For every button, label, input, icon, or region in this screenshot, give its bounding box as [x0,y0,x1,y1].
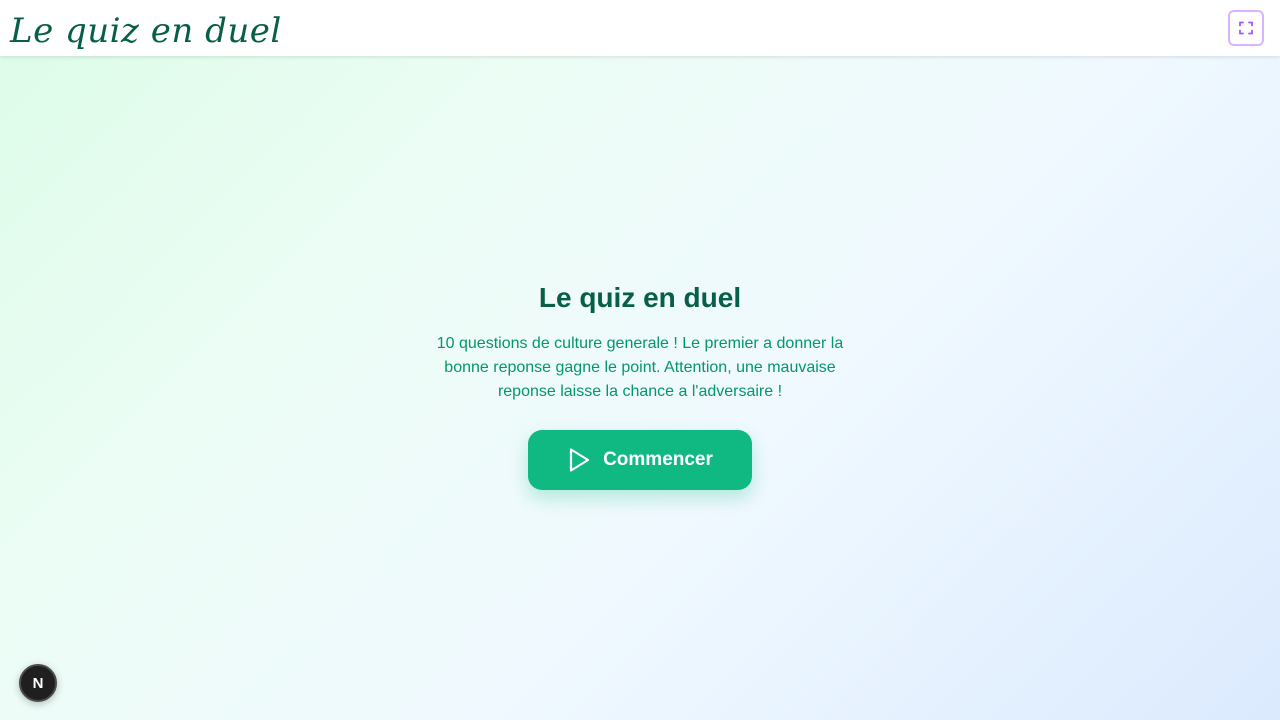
play-icon [569,448,590,472]
start-screen: Le quiz en duel 10 questions de culture … [0,56,1280,720]
dev-tools-badge-label: N [32,674,44,692]
start-button-label: Commencer [603,449,713,470]
start-button[interactable]: Commencer [528,430,752,490]
app-logo: Le quiz en duel [10,11,282,51]
quiz-description: 10 questions de culture generale ! Le pr… [436,335,844,400]
dev-tools-badge[interactable]: N [19,664,57,702]
fullscreen-icon [1239,21,1253,35]
fullscreen-button[interactable] [1228,10,1264,46]
page-title: Le quiz en duel [538,282,742,313]
app-header: Le quiz en duel [0,0,1280,56]
